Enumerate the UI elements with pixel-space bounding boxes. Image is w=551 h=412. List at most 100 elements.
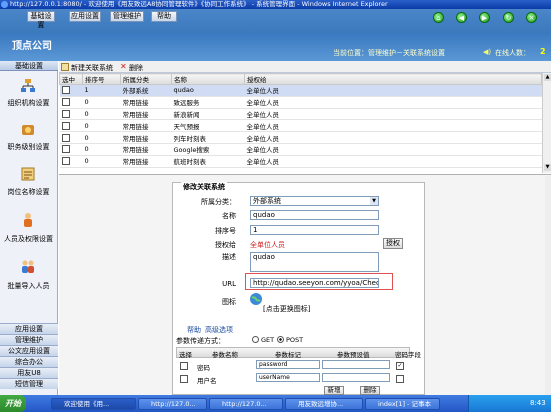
back-icon[interactable]: ◀: [456, 12, 467, 23]
row-checkbox[interactable]: [61, 98, 70, 107]
param-mark-input[interactable]: userName: [256, 373, 320, 382]
sidebar-bottom-app-settings[interactable]: 应用设置: [0, 323, 58, 334]
sidebar-item-batch-import[interactable]: 批量导入人员: [0, 281, 57, 291]
table-row[interactable]: 0 常用链接 新浪新闻 全单位人员: [59, 108, 542, 121]
sidebar-bottom-u8[interactable]: 用友U8: [0, 367, 58, 378]
param-row[interactable]: [180, 362, 188, 370]
table-row[interactable]: 0 常用链接 列车时刻表 全单位人员: [59, 131, 542, 144]
col-order[interactable]: 排序号: [82, 73, 121, 85]
menu-maintenance[interactable]: 管理维护: [110, 11, 144, 22]
task-notepad[interactable]: index[1] - 记事本: [365, 398, 440, 410]
param-password-checkbox[interactable]: [396, 375, 404, 383]
menu-help[interactable]: 帮助: [151, 11, 177, 22]
table-row[interactable]: 0 常用链接 航班时刻表 全单位人员: [59, 155, 542, 168]
sidebar-bottom-doc-settings[interactable]: 公文应用设置: [0, 345, 58, 356]
param-value-input[interactable]: [322, 360, 390, 369]
col-select[interactable]: 选中: [59, 73, 83, 85]
delete-button[interactable]: 删除: [129, 63, 143, 73]
sidebar-item-job-level[interactable]: 职务级别设置: [0, 142, 57, 152]
cell-grant: 全单位人员: [244, 84, 542, 97]
cell-category: 常用链接: [120, 143, 172, 156]
task-ie-welcome[interactable]: 欢迎使用《用...: [51, 398, 136, 410]
cell-category: 外部系统: [120, 84, 172, 97]
param-row[interactable]: [180, 375, 188, 383]
category-select[interactable]: 外部系统 ▼: [250, 196, 379, 206]
param-value-input[interactable]: [322, 373, 390, 382]
cell-name: Google搜索: [171, 143, 245, 156]
cell-name: 列车时刻表: [171, 131, 245, 144]
change-icon-link[interactable]: [点击更换图标]: [263, 304, 310, 314]
row-checkbox[interactable]: [61, 145, 70, 154]
sidebar-header[interactable]: 基础设置: [0, 61, 58, 71]
task-ie-1[interactable]: http://127.0...: [138, 398, 207, 410]
task-ie-2[interactable]: http://127.0...: [209, 398, 283, 410]
param-add-button[interactable]: 新增: [324, 386, 344, 395]
radio-post[interactable]: [277, 336, 284, 343]
radio-post-label: POST: [286, 336, 304, 344]
sidebar-item-org[interactable]: 组织机构设置: [0, 98, 57, 108]
table-row[interactable]: 0 常用链接 致远服务 全单位人员: [59, 96, 542, 109]
breadcrumb: 当前位置：管理维护－关联系统设置: [333, 49, 445, 57]
name-input[interactable]: qudao: [250, 210, 379, 220]
cell-grant: 全单位人员: [244, 131, 542, 144]
radio-get-label: GET: [261, 336, 275, 344]
logout-icon[interactable]: ×: [526, 12, 537, 23]
ie-icon: [1, 1, 8, 8]
menu-basic-settings[interactable]: 基础设置: [27, 11, 55, 29]
new-button[interactable]: 新建关联系统: [71, 63, 113, 73]
cell-category: 常用链接: [120, 119, 172, 133]
system-table: 选中 排序号 所属分类 名称 授权给 1 外部系统 qudao 全单位人员 0 …: [59, 73, 542, 168]
table-row[interactable]: 1 外部系统 qudao 全单位人员: [59, 84, 542, 97]
row-checkbox[interactable]: [61, 109, 70, 118]
chevron-down-icon[interactable]: ▼: [370, 197, 378, 205]
cell-order: 0: [82, 155, 121, 168]
radio-get[interactable]: [252, 336, 259, 343]
start-button[interactable]: 开始: [0, 395, 26, 412]
row-checkbox[interactable]: [61, 157, 70, 166]
desc-textarea[interactable]: qudao: [250, 252, 379, 272]
scroll-down-icon[interactable]: ▼: [544, 164, 551, 171]
table-scrollbar[interactable]: ▲ ▼: [542, 73, 551, 173]
method-label: 参数传递方式：: [176, 337, 225, 345]
speaker-icon: ◀): [483, 48, 492, 56]
param-checkbox[interactable]: [180, 375, 188, 383]
task-app[interactable]: 用友致远增协...: [285, 398, 363, 410]
form-scrollbar[interactable]: [545, 176, 551, 395]
cell-category: 常用链接: [120, 131, 172, 144]
row-checkbox[interactable]: [61, 121, 70, 130]
home-icon[interactable]: ⌂: [433, 12, 444, 23]
tab-help[interactable]: 帮助: [187, 325, 201, 335]
row-checkbox[interactable]: [61, 133, 70, 142]
menu-app-settings[interactable]: 应用设置: [69, 11, 101, 22]
param-checkbox[interactable]: [180, 362, 188, 370]
sidebar-item-position[interactable]: 岗位名称设置: [0, 187, 57, 197]
sidebar-bottom-maintenance[interactable]: 管理维护: [0, 334, 58, 345]
tab-advanced[interactable]: 高级选项: [205, 325, 233, 335]
sidebar-bottom-office[interactable]: 综合办公: [0, 356, 58, 367]
table-header: 选中 排序号 所属分类 名称 授权给: [59, 73, 542, 85]
cell-order: 1: [82, 84, 121, 97]
job-level-icon: [20, 122, 36, 138]
row-checkbox[interactable]: [61, 86, 70, 95]
param-password-checkbox[interactable]: ✓: [396, 362, 404, 370]
url-input[interactable]: http://qudao.seeyon.com/yyoa/Check: [250, 278, 379, 288]
desc-label: 描述: [222, 253, 236, 261]
param-delete-button[interactable]: 删除: [360, 386, 380, 395]
table-row[interactable]: 0 常用链接 Google搜索 全单位人员: [59, 143, 542, 156]
table-row[interactable]: 0 常用链接 天气预报 全单位人员: [59, 119, 542, 133]
order-input[interactable]: 1: [250, 225, 379, 235]
col-category[interactable]: 所属分类: [120, 73, 172, 85]
sidebar-item-users[interactable]: 人员及权限设置: [0, 234, 57, 244]
col-name[interactable]: 名称: [171, 73, 245, 85]
col-grant[interactable]: 授权给: [244, 73, 542, 85]
cell-order: 0: [82, 119, 121, 133]
globe-icon[interactable]: [249, 292, 263, 306]
forward-icon[interactable]: ▶: [479, 12, 490, 23]
list-toolbar: 新建关联系统 ✕ 删除: [59, 61, 551, 73]
grant-button[interactable]: 授权: [383, 238, 403, 249]
refresh-icon[interactable]: ↻: [503, 12, 514, 23]
scroll-up-icon[interactable]: ▲: [544, 74, 551, 81]
cell-order: 0: [82, 96, 121, 109]
param-mark-input[interactable]: password: [256, 360, 320, 369]
sidebar-bottom-sms[interactable]: 短信管理: [0, 378, 58, 389]
